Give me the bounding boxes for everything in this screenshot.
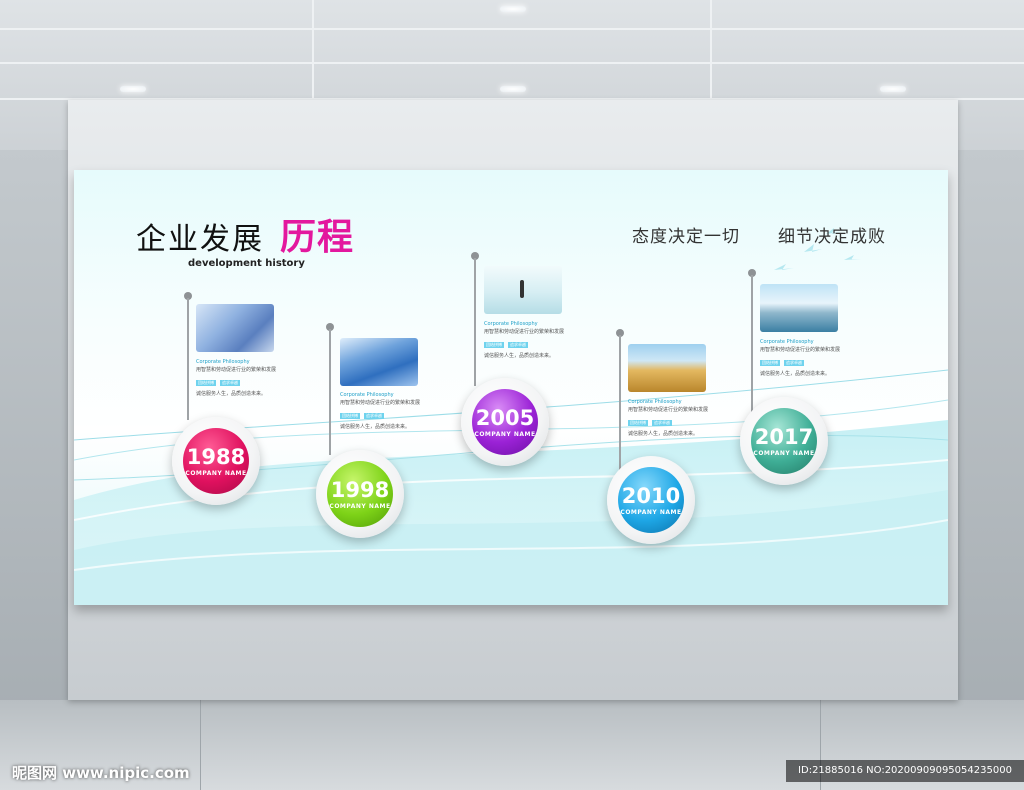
milestone-tag: 团结拼搏 xyxy=(484,342,504,348)
milestone-caption-en: Corporate Philosophy xyxy=(760,339,814,345)
milestone-2010: 2010 COMPANY NAME xyxy=(618,467,684,533)
milestone-year: 2010 xyxy=(621,483,681,508)
milestone-1988: 1988 COMPANY NAME xyxy=(183,428,249,494)
building-photo xyxy=(340,338,418,386)
milestone-caption-en: Corporate Philosophy xyxy=(340,392,394,398)
ceiling-seam xyxy=(312,0,314,100)
milestone-tag: 团结拼搏 xyxy=(760,360,780,366)
timeline-stem xyxy=(329,329,331,455)
milestone-year: 1998 xyxy=(330,477,390,502)
slogan-2: 细节决定成败 xyxy=(778,227,886,247)
ceiling-light xyxy=(880,86,906,92)
wheat-photo xyxy=(628,344,706,392)
milestone-caption-en: Corporate Philosophy xyxy=(484,321,538,327)
city-photo xyxy=(760,284,838,332)
slogan-1: 态度决定一切 xyxy=(632,227,740,247)
ceiling-seam xyxy=(710,0,712,100)
ceiling-light xyxy=(120,86,146,92)
floor-seam xyxy=(200,700,201,790)
milestone-caption-cn: 用智慧和劳动促进行业的繁荣和发展 xyxy=(484,329,565,335)
businessman-photo xyxy=(484,266,562,314)
board-title-highlight: 历程 xyxy=(280,216,355,258)
timeline-stem xyxy=(751,275,753,413)
ceiling-seam xyxy=(0,62,1024,64)
milestone-note: 诚信服务人生，品质创造未来。 xyxy=(760,371,831,377)
timeline-stem xyxy=(474,258,476,386)
board-title: 企业发展 xyxy=(136,222,264,257)
milestone-tag: 团结拼搏 xyxy=(628,420,648,426)
board-subtitle: development history xyxy=(188,258,305,269)
milestone-tag: 团结拼搏 xyxy=(340,413,360,419)
milestone-tag: 追求卓越 xyxy=(508,342,528,348)
milestone-tag: 追求卓越 xyxy=(220,380,240,386)
milestone-company: COMPANY NAME xyxy=(620,508,682,516)
milestone-year: 2005 xyxy=(475,405,535,430)
milestone-note: 诚信服务人生，品质创造未来。 xyxy=(628,431,699,437)
milestone-caption-en: Corporate Philosophy xyxy=(196,359,250,365)
milestone-company: COMPANY NAME xyxy=(753,449,815,457)
person-figure xyxy=(520,280,524,298)
left-wall xyxy=(0,150,68,710)
right-wall xyxy=(958,150,1024,710)
milestone-company: COMPANY NAME xyxy=(185,469,247,477)
milestone-2017: 2017 COMPANY NAME xyxy=(751,408,817,474)
milestone-caption-cn: 用智慧和劳动促进行业的繁荣和发展 xyxy=(340,400,421,406)
watermark-site: 昵图网 www.nipic.com xyxy=(12,764,190,782)
watermark-id: ID:21885016 NO:20200909095054235000 xyxy=(786,760,1024,782)
milestone-tag: 追求卓越 xyxy=(784,360,804,366)
milestone-note: 诚信服务人生，品质创造未来。 xyxy=(340,424,411,430)
milestone-year: 1988 xyxy=(186,444,246,469)
milestone-note: 诚信服务人生，品质创造未来。 xyxy=(196,391,267,397)
milestone-caption-cn: 用智慧和劳动促进行业的繁荣和发展 xyxy=(196,367,277,373)
milestone-caption-en: Corporate Philosophy xyxy=(628,399,682,405)
milestone-tag: 团结拼搏 xyxy=(196,380,216,386)
milestone-1998: 1998 COMPANY NAME xyxy=(327,461,393,527)
milestone-year: 2017 xyxy=(754,424,814,449)
milestone-company: COMPANY NAME xyxy=(474,430,536,438)
milestone-caption-cn: 用智慧和劳动促进行业的繁荣和发展 xyxy=(628,407,709,413)
milestone-tag: 追求卓越 xyxy=(364,413,384,419)
milestone-tag: 追求卓越 xyxy=(652,420,672,426)
timeline-stem xyxy=(187,298,189,420)
timeline-panel: 企业发展 历程 development history 态度决定一切 细节决定成… xyxy=(74,170,948,605)
timeline-stem xyxy=(619,335,621,471)
milestone-caption-cn: 用智慧和劳动促进行业的繁荣和发展 xyxy=(760,347,841,353)
ceiling-light xyxy=(500,86,526,92)
ceiling-seam xyxy=(0,28,1024,30)
milestone-note: 诚信服务人生，品质创造未来。 xyxy=(484,353,555,359)
milestone-company: COMPANY NAME xyxy=(329,502,391,510)
handshake-photo xyxy=(196,304,274,352)
milestone-2005: 2005 COMPANY NAME xyxy=(472,389,538,455)
ceiling-light xyxy=(500,6,526,12)
